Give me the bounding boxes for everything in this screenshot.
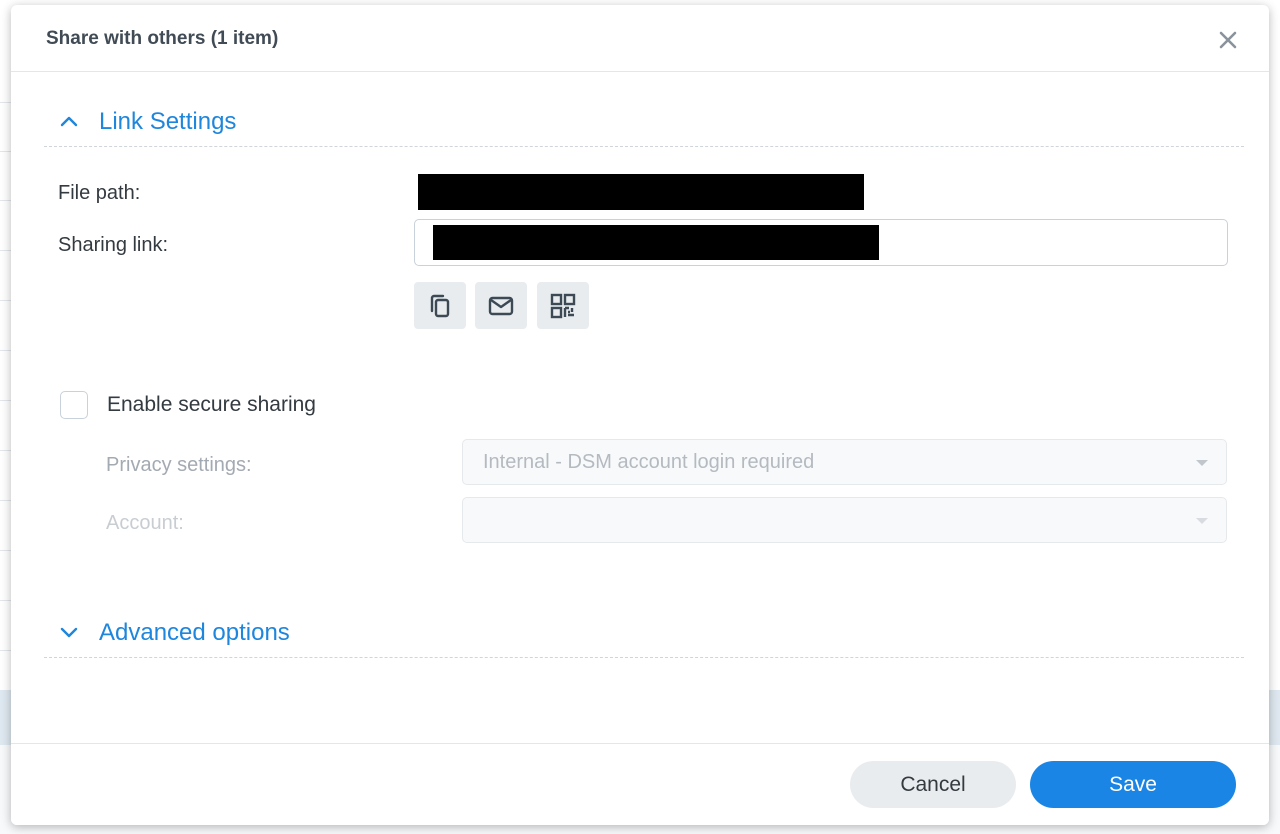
- close-button[interactable]: [1211, 25, 1245, 55]
- privacy-settings-label: Privacy settings:: [106, 454, 252, 476]
- copy-link-button[interactable]: [414, 282, 466, 329]
- secure-sharing-label[interactable]: Enable secure sharing: [107, 393, 316, 417]
- file-path-value-redacted: [418, 174, 864, 210]
- close-icon: [1219, 31, 1237, 49]
- dialog-titlebar: Share with others (1 item): [11, 5, 1269, 72]
- secure-sharing-checkbox[interactable]: [60, 391, 88, 419]
- advanced-options-title: Advanced options: [99, 619, 290, 646]
- privacy-settings-select[interactable]: Internal - DSM account login required: [462, 439, 1227, 485]
- link-settings-toggle[interactable]: Link Settings: [44, 102, 1244, 147]
- dropdown-arrow-icon: [1196, 518, 1208, 524]
- qr-code-button[interactable]: [537, 282, 589, 329]
- dialog-title: Share with others (1 item): [46, 28, 279, 49]
- account-select[interactable]: [462, 497, 1227, 543]
- mail-icon: [488, 296, 514, 315]
- file-path-label: File path:: [58, 182, 141, 204]
- dropdown-arrow-icon: [1196, 460, 1208, 466]
- email-link-button[interactable]: [475, 282, 527, 329]
- qr-code-icon: [550, 293, 576, 318]
- save-button[interactable]: Save: [1030, 761, 1236, 808]
- advanced-options-toggle[interactable]: Advanced options: [44, 613, 1244, 658]
- privacy-settings-value: Internal - DSM account login required: [483, 451, 815, 473]
- copy-icon: [430, 294, 450, 317]
- cancel-button[interactable]: Cancel: [850, 761, 1016, 808]
- share-dialog: Share with others (1 item) Link Settings…: [11, 5, 1269, 825]
- sharing-link-label: Sharing link:: [58, 234, 169, 256]
- chevron-up-icon: [60, 116, 78, 127]
- link-settings-title: Link Settings: [99, 108, 237, 135]
- sharing-link-value-redacted: [433, 225, 879, 260]
- account-label: Account:: [106, 512, 184, 534]
- dialog-footer: Cancel Save: [11, 743, 1269, 825]
- chevron-down-icon: [60, 627, 78, 638]
